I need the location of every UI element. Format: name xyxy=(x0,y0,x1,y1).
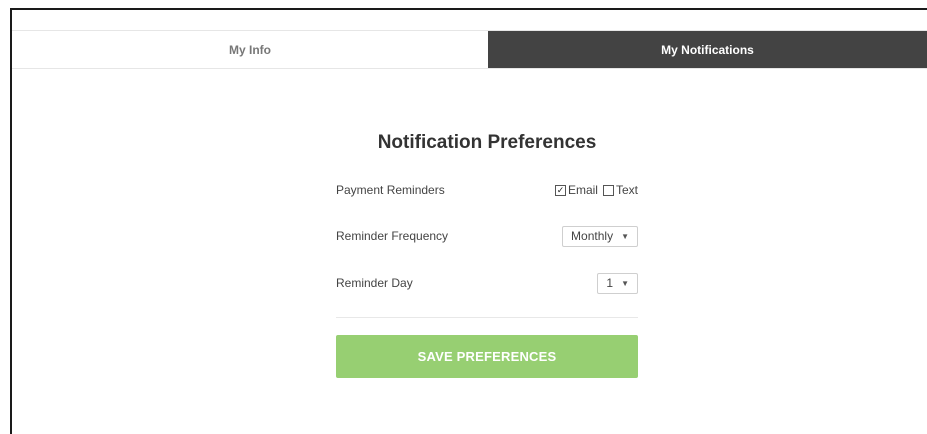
reminder-frequency-select[interactable]: Monthly ▼ xyxy=(562,225,638,247)
payment-reminders-label: Payment Reminders xyxy=(336,183,445,197)
tab-my-notifications[interactable]: My Notifications xyxy=(488,31,927,68)
reminder-frequency-label: Reminder Frequency xyxy=(336,229,449,243)
email-checkbox-label: Email xyxy=(567,183,598,197)
reminder-day-value: 1 xyxy=(606,276,614,290)
panel-title: Notification Preferences xyxy=(377,132,597,153)
email-checkbox-box[interactable]: ✓ xyxy=(554,184,566,196)
save-preferences-button[interactable]: SAVE PREFERENCES xyxy=(336,335,638,378)
payment-reminders-row: Payment Reminders ✓ Email Text xyxy=(336,178,638,202)
app-frame: My Info My Notifications Notification Pr… xyxy=(10,8,927,434)
reminder-frequency-row: Reminder Frequency Monthly ▼ xyxy=(336,224,638,248)
reminder-frequency-value: Monthly xyxy=(571,229,614,243)
chevron-down-icon: ▼ xyxy=(621,278,629,288)
reminder-day-row: Reminder Day 1 ▼ xyxy=(336,271,638,295)
email-checkbox[interactable]: ✓ Email xyxy=(554,183,598,197)
text-checkbox-box[interactable] xyxy=(602,184,614,196)
divider xyxy=(336,317,638,318)
tab-my-info[interactable]: My Info xyxy=(12,31,488,68)
notification-preferences-panel: Notification Preferences Payment Reminde… xyxy=(336,128,638,378)
reminder-day-select[interactable]: 1 ▼ xyxy=(597,272,638,294)
tab-bar: My Info My Notifications xyxy=(12,30,927,69)
text-checkbox[interactable]: Text xyxy=(602,183,638,197)
text-checkbox-label: Text xyxy=(615,183,638,197)
payment-reminders-options: ✓ Email Text xyxy=(554,183,638,197)
reminder-day-label: Reminder Day xyxy=(336,276,413,290)
chevron-down-icon: ▼ xyxy=(621,231,629,241)
